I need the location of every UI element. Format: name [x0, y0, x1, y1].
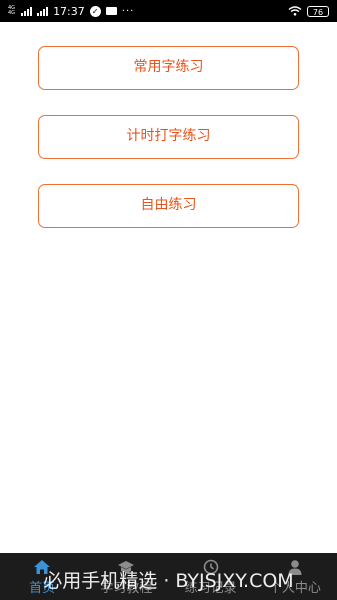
nav-item-home[interactable]: 首页	[0, 553, 84, 600]
status-bar: 4G 4G 17:37 ✓ ··· 76	[0, 0, 337, 22]
battery-icon: 76	[307, 5, 329, 17]
network-type: 4G 4G	[8, 6, 15, 16]
profile-icon	[288, 560, 302, 575]
status-right: 76	[288, 5, 329, 17]
common-chars-practice-button[interactable]: 常用字练习	[38, 46, 299, 90]
home-icon	[34, 560, 51, 574]
timed-typing-practice-button[interactable]: 计时打字练习	[38, 115, 299, 159]
signal-icon-2	[37, 6, 49, 16]
tutorial-icon	[118, 561, 135, 573]
nav-label-profile: 个人中心	[268, 581, 321, 596]
nav-label-tutorial: 学习教程	[100, 581, 153, 596]
more-dots: ···	[121, 5, 135, 17]
history-icon	[203, 559, 218, 575]
nav-label-history: 练习记录	[184, 581, 237, 596]
nav-item-tutorial[interactable]: 学习教程	[84, 553, 168, 600]
wifi-icon	[288, 6, 302, 16]
free-practice-button[interactable]: 自由练习	[38, 184, 299, 228]
network-type-bottom: 4G	[8, 10, 16, 16]
signal-icon	[21, 6, 33, 16]
phone-clean-icon: ✓	[89, 5, 101, 17]
mail-icon	[105, 7, 117, 15]
status-time: 17:37	[53, 4, 85, 18]
nav-item-profile[interactable]: 个人中心	[253, 553, 337, 600]
nav-item-history[interactable]: 练习记录	[169, 553, 253, 600]
nav-label-home: 首页	[29, 581, 56, 596]
bottom-nav: 首页 学习教程 练习记录 个人中心	[0, 553, 337, 600]
status-left: 4G 4G 17:37 ✓ ···	[8, 5, 134, 18]
